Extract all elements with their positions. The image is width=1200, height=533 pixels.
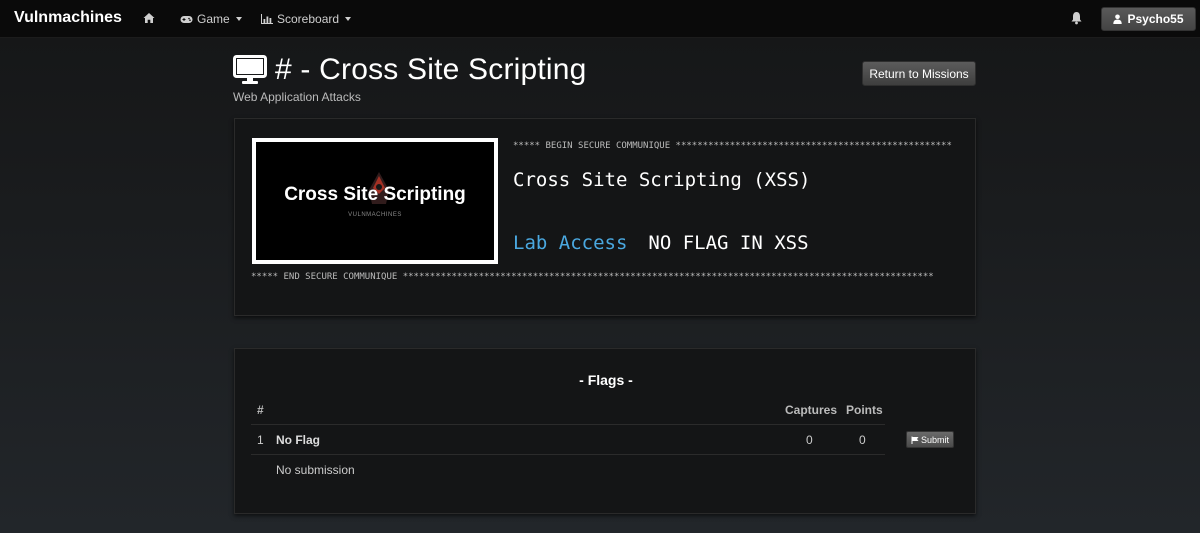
row-divider (251, 424, 885, 425)
flag-row-number: 1 (257, 433, 264, 447)
column-header-captures: Captures (785, 403, 838, 417)
return-to-missions-button[interactable]: Return to Missions (862, 61, 976, 86)
nav-scoreboard-menu[interactable]: Scoreboard (261, 12, 352, 26)
row-divider (251, 454, 885, 455)
user-icon (1113, 14, 1123, 24)
chart-icon (261, 14, 273, 24)
nav-game-label: Game (197, 12, 230, 26)
user-menu-button[interactable]: Psycho55 (1101, 7, 1196, 31)
home-icon[interactable] (143, 12, 155, 24)
flag-row-points: 0 (859, 433, 866, 447)
username-label: Psycho55 (1127, 12, 1184, 26)
flags-title: - Flags - (579, 372, 633, 388)
flag-row-status: No submission (276, 463, 355, 477)
gamepad-icon (180, 15, 193, 23)
mission-note: NO FLAG IN XSS (648, 232, 809, 254)
flags-panel: - Flags - # Captures Points 1 No Flag 0 … (234, 348, 976, 514)
communique-begin: ***** BEGIN SECURE COMMUNIQUE **********… (513, 141, 952, 151)
column-header-points: Points (846, 403, 883, 417)
mission-name: Cross Site Scripting (XSS) (513, 169, 811, 191)
mission-image-title: Cross Site Scripting (284, 184, 466, 205)
chevron-down-icon (345, 17, 352, 21)
mission-category: Web Application Attacks (233, 90, 361, 104)
nav-game-menu[interactable]: Game (180, 12, 242, 26)
mission-panel: Cross Site Scripting VULNMACHINES ***** … (234, 118, 976, 316)
bell-icon[interactable] (1070, 11, 1083, 25)
communique-end: ***** END SECURE COMMUNIQUE ************… (251, 272, 934, 282)
page-title: # - Cross Site Scripting (275, 53, 587, 86)
lab-access-link[interactable]: Lab Access (513, 232, 627, 254)
mission-image-subtitle: VULNMACHINES (348, 212, 402, 218)
mission-image: Cross Site Scripting VULNMACHINES (252, 138, 498, 264)
top-navbar: Vulnmachines Game Scoreboard Psycho55 (0, 0, 1200, 38)
lab-row: Lab Access NO FLAG IN XSS (513, 232, 809, 254)
submit-flag-button[interactable]: Submit (906, 431, 954, 448)
flag-icon (911, 436, 919, 444)
monitor-icon (233, 55, 267, 84)
flag-row-captures: 0 (806, 433, 813, 447)
chevron-down-icon (235, 17, 242, 21)
page-header: # - Cross Site Scripting Web Application… (233, 52, 587, 104)
brand-logo[interactable]: Vulnmachines (14, 9, 122, 27)
submit-label: Submit (920, 434, 949, 445)
column-header-number: # (257, 403, 264, 417)
flag-row-name: No Flag (276, 433, 320, 447)
nav-scoreboard-label: Scoreboard (277, 12, 340, 26)
